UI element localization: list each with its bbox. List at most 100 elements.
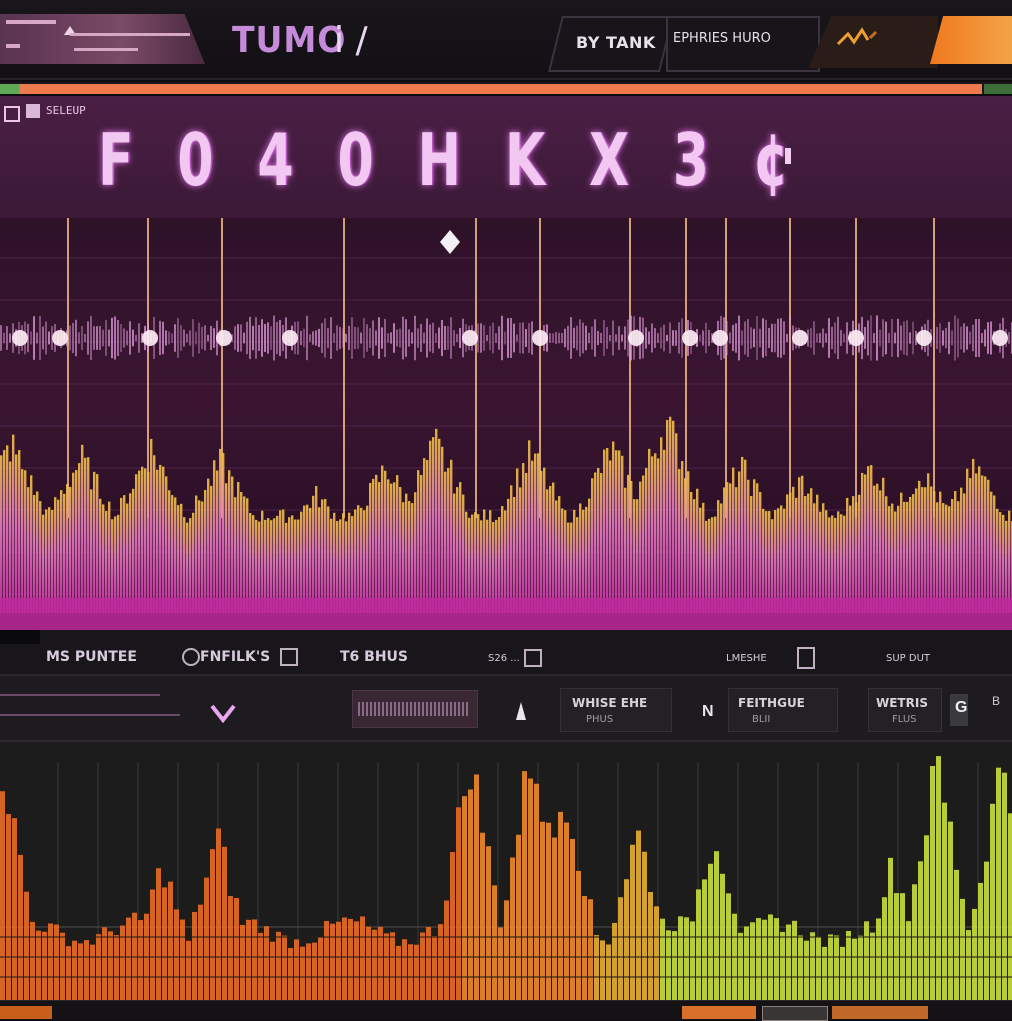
waveform-bar [138, 470, 141, 613]
peak-glow [682, 330, 698, 346]
bottom-tab-1[interactable] [0, 1006, 52, 1019]
app-title: TUMO [232, 20, 347, 61]
slider-tick [450, 702, 452, 716]
waveform-bar [948, 506, 951, 613]
waveform-bar [873, 485, 876, 613]
upper-band-bar [480, 323, 482, 353]
upper-band-bar [318, 328, 320, 348]
arrow-up-icon[interactable] [516, 702, 526, 720]
upper-band-bar [39, 315, 41, 361]
waveform-bar [891, 503, 894, 613]
waveform-bar [555, 500, 558, 613]
control-button-3[interactable] [868, 688, 942, 732]
waveform-bar [231, 476, 234, 613]
upper-band-bar [414, 315, 416, 361]
waveform-bar [786, 494, 789, 613]
waveform-bar [405, 493, 408, 613]
upper-band-bar [954, 315, 956, 361]
spectrum-bar [12, 818, 17, 1000]
upper-band-bar [327, 328, 329, 348]
upper-band-bar [660, 327, 662, 349]
waveform-bar [780, 505, 783, 613]
waveform-bar [528, 440, 531, 613]
bottom-tab-4[interactable] [832, 1006, 928, 1019]
spectrum-bar [270, 941, 275, 1000]
upper-band-bar [363, 317, 365, 359]
waveform-bar [369, 483, 372, 613]
box-icon[interactable] [524, 649, 542, 667]
footer-item-6[interactable]: SUP DUT [886, 653, 930, 664]
waveform-bar [897, 505, 900, 613]
waveform-bar [75, 470, 78, 613]
checkbox-icon[interactable] [4, 106, 20, 122]
waveform-bar [303, 505, 306, 613]
spectrum-bar [444, 900, 449, 1000]
waveform-bar [234, 497, 237, 613]
upper-band-bar [588, 332, 590, 344]
n-label[interactable]: N [702, 703, 714, 721]
footer-item-3[interactable]: T6 BHUS [340, 649, 408, 665]
waveform-bar [315, 486, 318, 613]
waveform-bar [402, 502, 405, 613]
spectrum-bar [588, 899, 593, 1000]
waveform-bar [855, 502, 858, 613]
waveform-bar [969, 478, 972, 613]
footer-item-4[interactable]: S26 ... [488, 653, 520, 664]
g-label: G [955, 699, 968, 716]
upper-band-bar [756, 316, 758, 360]
upper-band-bar [900, 325, 902, 351]
waveform-footer [0, 630, 1012, 674]
upper-band-bar [906, 320, 908, 356]
spectrum-bar [528, 778, 533, 1000]
spectrum-bar [912, 884, 917, 1000]
control-button-1[interactable] [560, 688, 672, 732]
spectrum-bar [456, 807, 461, 1000]
spectrum-bar [780, 931, 785, 1000]
upper-band-bar [279, 319, 281, 357]
waveform-bar [309, 507, 312, 613]
box-icon[interactable] [280, 648, 298, 666]
waveform-bar [453, 493, 456, 613]
waveform-display[interactable] [0, 218, 1012, 630]
footer-item-2[interactable]: FNFILK'S [200, 649, 270, 665]
spectrum-display[interactable] [0, 742, 1012, 1000]
upper-band-bar [303, 328, 305, 348]
upper-band-bar [942, 330, 944, 346]
upper-band-bar [654, 328, 656, 348]
record-tab[interactable] [930, 16, 1012, 64]
ring-icon[interactable] [182, 648, 200, 666]
waveform-bar [591, 478, 594, 613]
upper-band-bar [957, 318, 959, 358]
upper-band-bar [399, 328, 401, 348]
upper-band-bar [33, 316, 35, 360]
upper-band-bar [813, 321, 815, 355]
control-button-2[interactable] [728, 688, 838, 732]
slider-tick [442, 702, 444, 716]
b-label[interactable]: B [992, 694, 1000, 708]
chevron-down-icon[interactable] [208, 702, 238, 726]
upper-band-bar [372, 320, 374, 356]
waveform-bar [1008, 510, 1011, 613]
box-icon[interactable] [797, 647, 815, 669]
square-icon[interactable] [26, 104, 40, 118]
spectrum-bar [0, 791, 5, 1000]
upper-band-bar [951, 330, 953, 346]
footer-item-5[interactable]: LMESHE [726, 653, 767, 664]
waveform-bar [429, 440, 432, 613]
footer-item-1[interactable]: MS PUNTEE [46, 649, 137, 665]
waveform-bar [318, 507, 321, 613]
spectrum-bar [252, 919, 257, 1000]
slider-tick [446, 702, 448, 716]
waveform-bar [48, 507, 51, 613]
controls-row [0, 674, 1012, 742]
peak-glow [712, 330, 728, 346]
waveform-bar [783, 508, 786, 613]
spectrum-bar [348, 918, 353, 1000]
upper-band-bar [369, 328, 371, 348]
upper-band-bar [204, 325, 206, 351]
waveform-bar [600, 473, 603, 613]
bottom-tab-2[interactable] [682, 1006, 756, 1019]
spectrum-bar [234, 898, 239, 1000]
waveform-bar [921, 487, 924, 613]
peak-glow [12, 330, 28, 346]
